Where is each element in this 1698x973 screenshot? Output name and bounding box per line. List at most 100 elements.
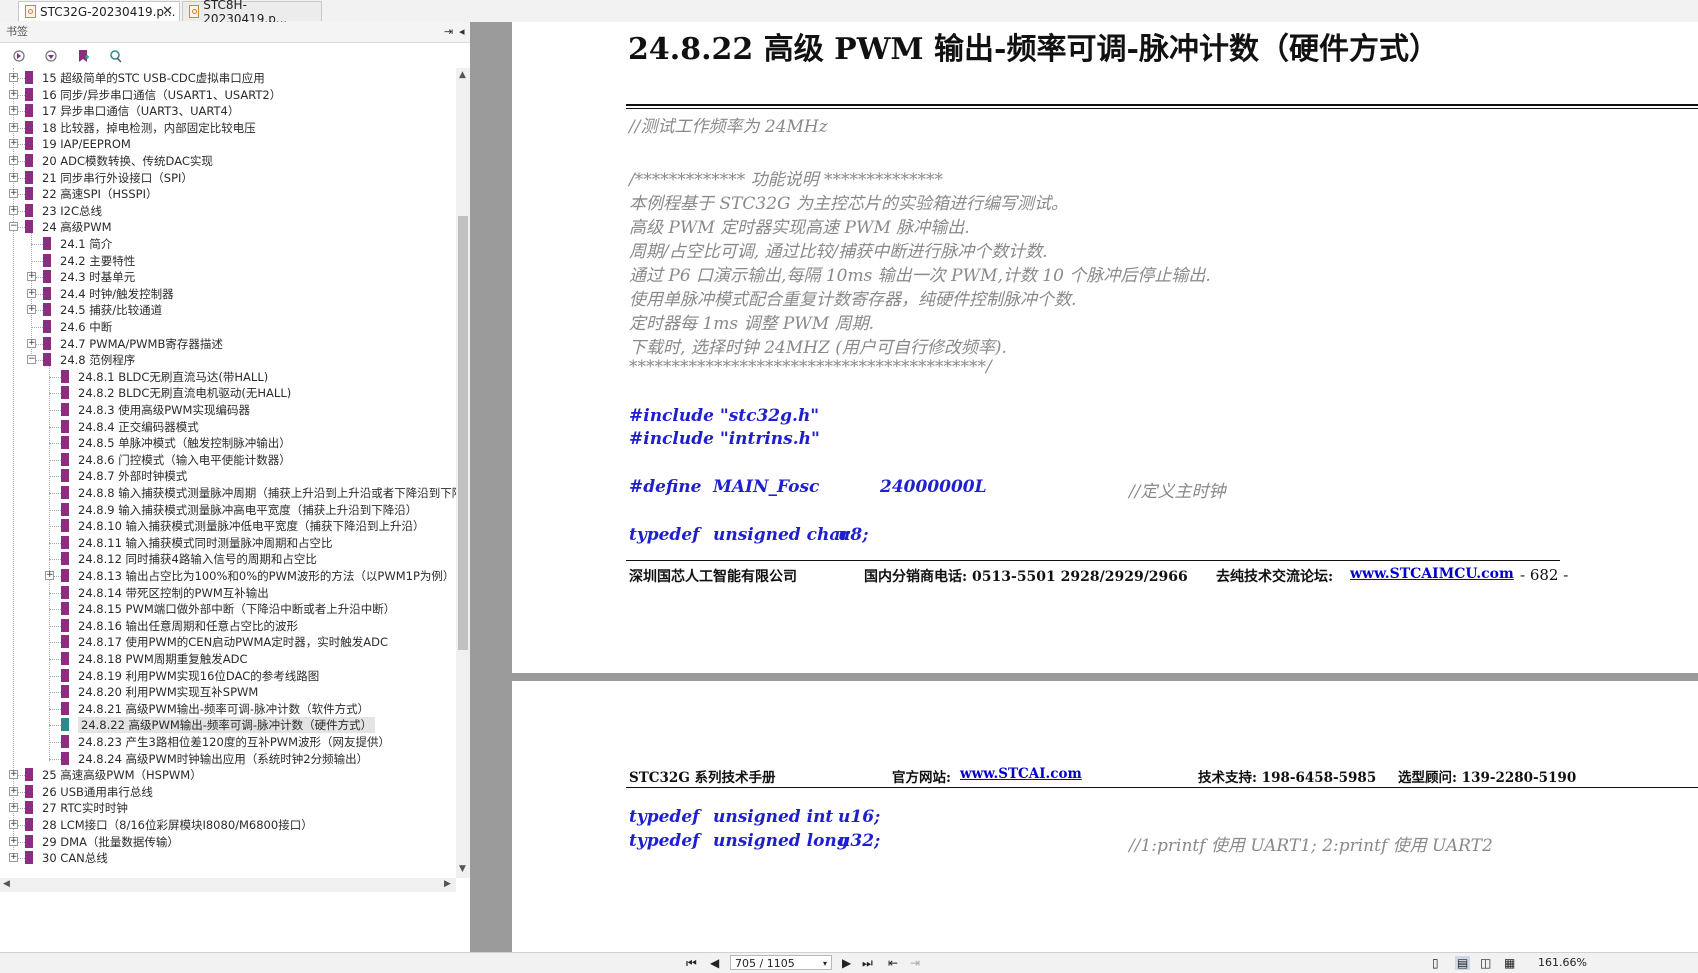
go-back-icon[interactable]: ⇤ bbox=[888, 956, 898, 970]
expand-icon[interactable]: + bbox=[27, 272, 36, 282]
last-page-icon[interactable]: ⏭ bbox=[862, 956, 873, 971]
tab-stc8h[interactable]: STC8H-20230419.p... bbox=[182, 0, 322, 26]
bookmark-item[interactable]: 24.8.10 输入捕获模式测量脉冲低电平宽度（捕获下降沿到上升沿） bbox=[0, 518, 456, 534]
expand-icon[interactable]: + bbox=[27, 338, 36, 348]
bookmark-item[interactable]: +16 同步/异步串口通信（USART1、USART2） bbox=[0, 87, 456, 103]
expand-icon[interactable]: + bbox=[45, 571, 54, 580]
bookmark-item[interactable]: 24.8.19 利用PWM实现16位DAC的参考线路图 bbox=[0, 668, 456, 684]
expand-icon[interactable]: + bbox=[9, 156, 18, 165]
expand-icon[interactable]: + bbox=[27, 305, 36, 315]
bookmark-item[interactable]: 24.8.21 高级PWM输出-频率可调-脉冲计数（软件方式） bbox=[0, 701, 456, 717]
bookmark-item[interactable]: +22 高速SPI（HSSPI） bbox=[0, 186, 456, 202]
previous-page-icon[interactable]: ◀ bbox=[710, 956, 719, 970]
expand-icon[interactable]: + bbox=[9, 853, 18, 863]
expand-icon[interactable]: + bbox=[9, 106, 18, 116]
bookmark-item[interactable]: 24.8.24 高级PWM时钟输出应用（系统时钟2分频输出） bbox=[0, 751, 456, 767]
document-view[interactable]: 24.8.22 高级 PWM 输出-频率可调-脉冲计数（硬件方式） //测试工作… bbox=[512, 22, 1698, 952]
bookmark-item[interactable]: +27 RTC实时时钟 bbox=[0, 800, 456, 816]
bookmark-item[interactable]: +25 高速高级PWM（HSPWM） bbox=[0, 767, 456, 783]
bookmarks-horizontal-scrollbar[interactable]: ◀ ▶ bbox=[0, 878, 456, 892]
zoom-level[interactable]: 161.66% bbox=[1538, 956, 1587, 969]
bookmark-item[interactable]: 24.8.14 带死区控制的PWM互补输出 bbox=[0, 585, 456, 601]
expand-icon[interactable]: + bbox=[9, 122, 18, 132]
expand-icon[interactable]: + bbox=[9, 770, 18, 780]
header-site-link[interactable]: www.STCAI.com bbox=[960, 766, 1082, 782]
bookmark-item[interactable]: 24.8.22 高级PWM输出-频率可调-脉冲计数（硬件方式） bbox=[0, 717, 456, 734]
bookmark-item[interactable]: 24.1 简介 bbox=[0, 236, 456, 252]
bookmark-item[interactable]: 24.8.9 输入捕获模式测量脉冲高电平宽度（捕获上升沿到下降沿） bbox=[0, 502, 456, 518]
bookmark-item[interactable]: +30 CAN总线 bbox=[0, 850, 456, 866]
footer-forum-link[interactable]: www.STCAIMCU.com bbox=[1350, 566, 1514, 582]
bookmark-item[interactable]: +21 同步串行外设接口（SPI） bbox=[0, 170, 456, 186]
continuous-view-icon[interactable]: ▤ bbox=[1455, 956, 1471, 970]
page-number-input[interactable]: 705 / 1105 ▾ bbox=[730, 955, 832, 970]
bookmark-item[interactable]: +24.7 PWMA/PWMB寄存器描述 bbox=[0, 336, 456, 352]
bookmark-item[interactable]: 24.8.2 BLDC无刷直流电机驱动(无HALL) bbox=[0, 385, 456, 401]
bookmark-item[interactable]: 24.8.17 使用PWM的CEN启动PWMA定时器，实时触发ADC bbox=[0, 634, 456, 650]
bookmark-item[interactable]: +19 IAP/EEPROM bbox=[0, 136, 456, 152]
expand-icon[interactable]: + bbox=[9, 73, 18, 82]
bookmark-item[interactable]: 24.8.23 产生3路相位差120度的互补PWM波形（网友提供） bbox=[0, 734, 456, 750]
bookmark-item[interactable]: 24.8.4 正交编码器模式 bbox=[0, 419, 456, 435]
expand-icon[interactable]: + bbox=[9, 89, 18, 99]
bookmarks-scrollbar[interactable]: ▲ ▼ bbox=[456, 68, 470, 878]
expand-icon[interactable]: + bbox=[9, 139, 18, 149]
bookmark-item[interactable]: 24.8.1 BLDC无刷直流马达(带HALL) bbox=[0, 369, 456, 385]
expand-icon[interactable]: + bbox=[9, 836, 18, 846]
expand-icon[interactable]: + bbox=[27, 288, 36, 298]
collapse-icon[interactable]: − bbox=[27, 355, 36, 365]
bookmark-item[interactable]: +15 超级简单的STC USB-CDC虚拟串口应用 bbox=[0, 70, 456, 86]
bookmark-item[interactable]: 24.8.11 输入捕获模式同时测量脉冲周期和占空比 bbox=[0, 535, 456, 551]
expand-icon[interactable]: + bbox=[9, 820, 18, 829]
bookmark-item[interactable]: − 24.8 范例程序 bbox=[0, 352, 456, 368]
collapse-panel-icon[interactable]: ◂ bbox=[459, 22, 465, 42]
expand-icon[interactable]: + bbox=[9, 205, 18, 215]
chevron-down-icon[interactable]: ▾ bbox=[823, 956, 827, 971]
bookmark-collapse-icon[interactable] bbox=[44, 49, 58, 63]
bookmark-item[interactable]: 24.8.8 输入捕获模式测量脉冲周期（捕获上升沿到上升沿或者下降沿到下降沿） bbox=[0, 485, 456, 501]
pin-icon[interactable]: ⇥ bbox=[444, 22, 453, 42]
first-page-icon[interactable]: ⏮ bbox=[686, 956, 697, 971]
bookmark-item[interactable]: +24.4 时钟/触发控制器 bbox=[0, 286, 456, 302]
bookmark-item[interactable]: +17 异步串口通信（UART3、UART4） bbox=[0, 103, 456, 119]
bookmark-item[interactable]: +24.5 捕获/比较通道 bbox=[0, 302, 456, 318]
scroll-left-icon[interactable]: ◀ bbox=[3, 879, 10, 889]
bookmark-item[interactable]: +26 USB通用串行总线 bbox=[0, 784, 456, 800]
bookmark-item[interactable]: +29 DMA（批量数据传输） bbox=[0, 834, 456, 850]
bookmark-expand-icon[interactable] bbox=[12, 49, 26, 63]
bookmark-item[interactable]: +18 比较器，掉电检测，内部固定比较电压 bbox=[0, 120, 456, 136]
bookmark-item[interactable]: 24.8.6 门控模式（输入电平使能计数器） bbox=[0, 452, 456, 468]
expand-icon[interactable]: + bbox=[9, 786, 18, 796]
bookmark-item[interactable]: +23 I2C总线 bbox=[0, 203, 456, 219]
collapse-icon[interactable]: − bbox=[9, 222, 18, 232]
scroll-right-icon[interactable]: ▶ bbox=[444, 879, 451, 889]
bookmark-add-icon[interactable] bbox=[76, 49, 90, 63]
bookmark-item[interactable]: 24.8.18 PWM周期重复触发ADC bbox=[0, 651, 456, 667]
bookmark-find-icon[interactable] bbox=[108, 49, 122, 63]
bookmark-item[interactable]: +28 LCM接口（8/16位彩屏模块I8080/M6800接口） bbox=[0, 817, 456, 833]
panel-splitter[interactable] bbox=[470, 22, 512, 952]
next-page-icon[interactable]: ▶ bbox=[842, 956, 851, 970]
scrollbar-thumb[interactable] bbox=[458, 216, 468, 650]
bookmark-item[interactable]: 24.8.16 输出任意周期和任意占空比的波形 bbox=[0, 618, 456, 634]
go-forward-icon[interactable]: ⇥ bbox=[910, 956, 920, 970]
bookmark-item[interactable]: − 24 高级PWM bbox=[0, 219, 456, 235]
bookmark-item[interactable]: 24.2 主要特性 bbox=[0, 253, 456, 269]
single-page-view-icon[interactable]: ▯ bbox=[1432, 956, 1439, 970]
bookmark-item[interactable]: 24.8.5 单脉冲模式（触发控制脉冲输出） bbox=[0, 435, 456, 451]
bookmark-item[interactable]: +24.3 时基单元 bbox=[0, 269, 456, 285]
close-icon[interactable]: ✕ bbox=[162, 4, 173, 19]
tab-stc32g[interactable]: STC32G-20230419.p... ✕ bbox=[18, 1, 180, 21]
scroll-up-icon[interactable]: ▲ bbox=[459, 70, 466, 80]
bookmark-item[interactable]: 24.6 中断 bbox=[0, 319, 456, 335]
expand-icon[interactable]: + bbox=[9, 803, 18, 813]
bookmark-item[interactable]: 24.8.12 同时捕获4路输入信号的周期和占空比 bbox=[0, 551, 456, 567]
facing-view-icon[interactable]: ◫ bbox=[1480, 956, 1491, 970]
scroll-down-icon[interactable]: ▼ bbox=[459, 864, 466, 874]
bookmark-item[interactable]: 24.8.3 使用高级PWM实现编码器 bbox=[0, 402, 456, 418]
bookmark-item[interactable]: 24.8.7 外部时钟模式 bbox=[0, 468, 456, 484]
bookmark-item[interactable]: 24.8.15 PWM端口做外部中断（下降沿中断或者上升沿中断） bbox=[0, 601, 456, 617]
bookmark-item[interactable]: +20 ADC模数转换、传统DAC实现 bbox=[0, 153, 456, 169]
bookmark-item[interactable]: 24.8.20 利用PWM实现互补SPWM bbox=[0, 684, 456, 700]
expand-icon[interactable]: + bbox=[9, 172, 18, 182]
